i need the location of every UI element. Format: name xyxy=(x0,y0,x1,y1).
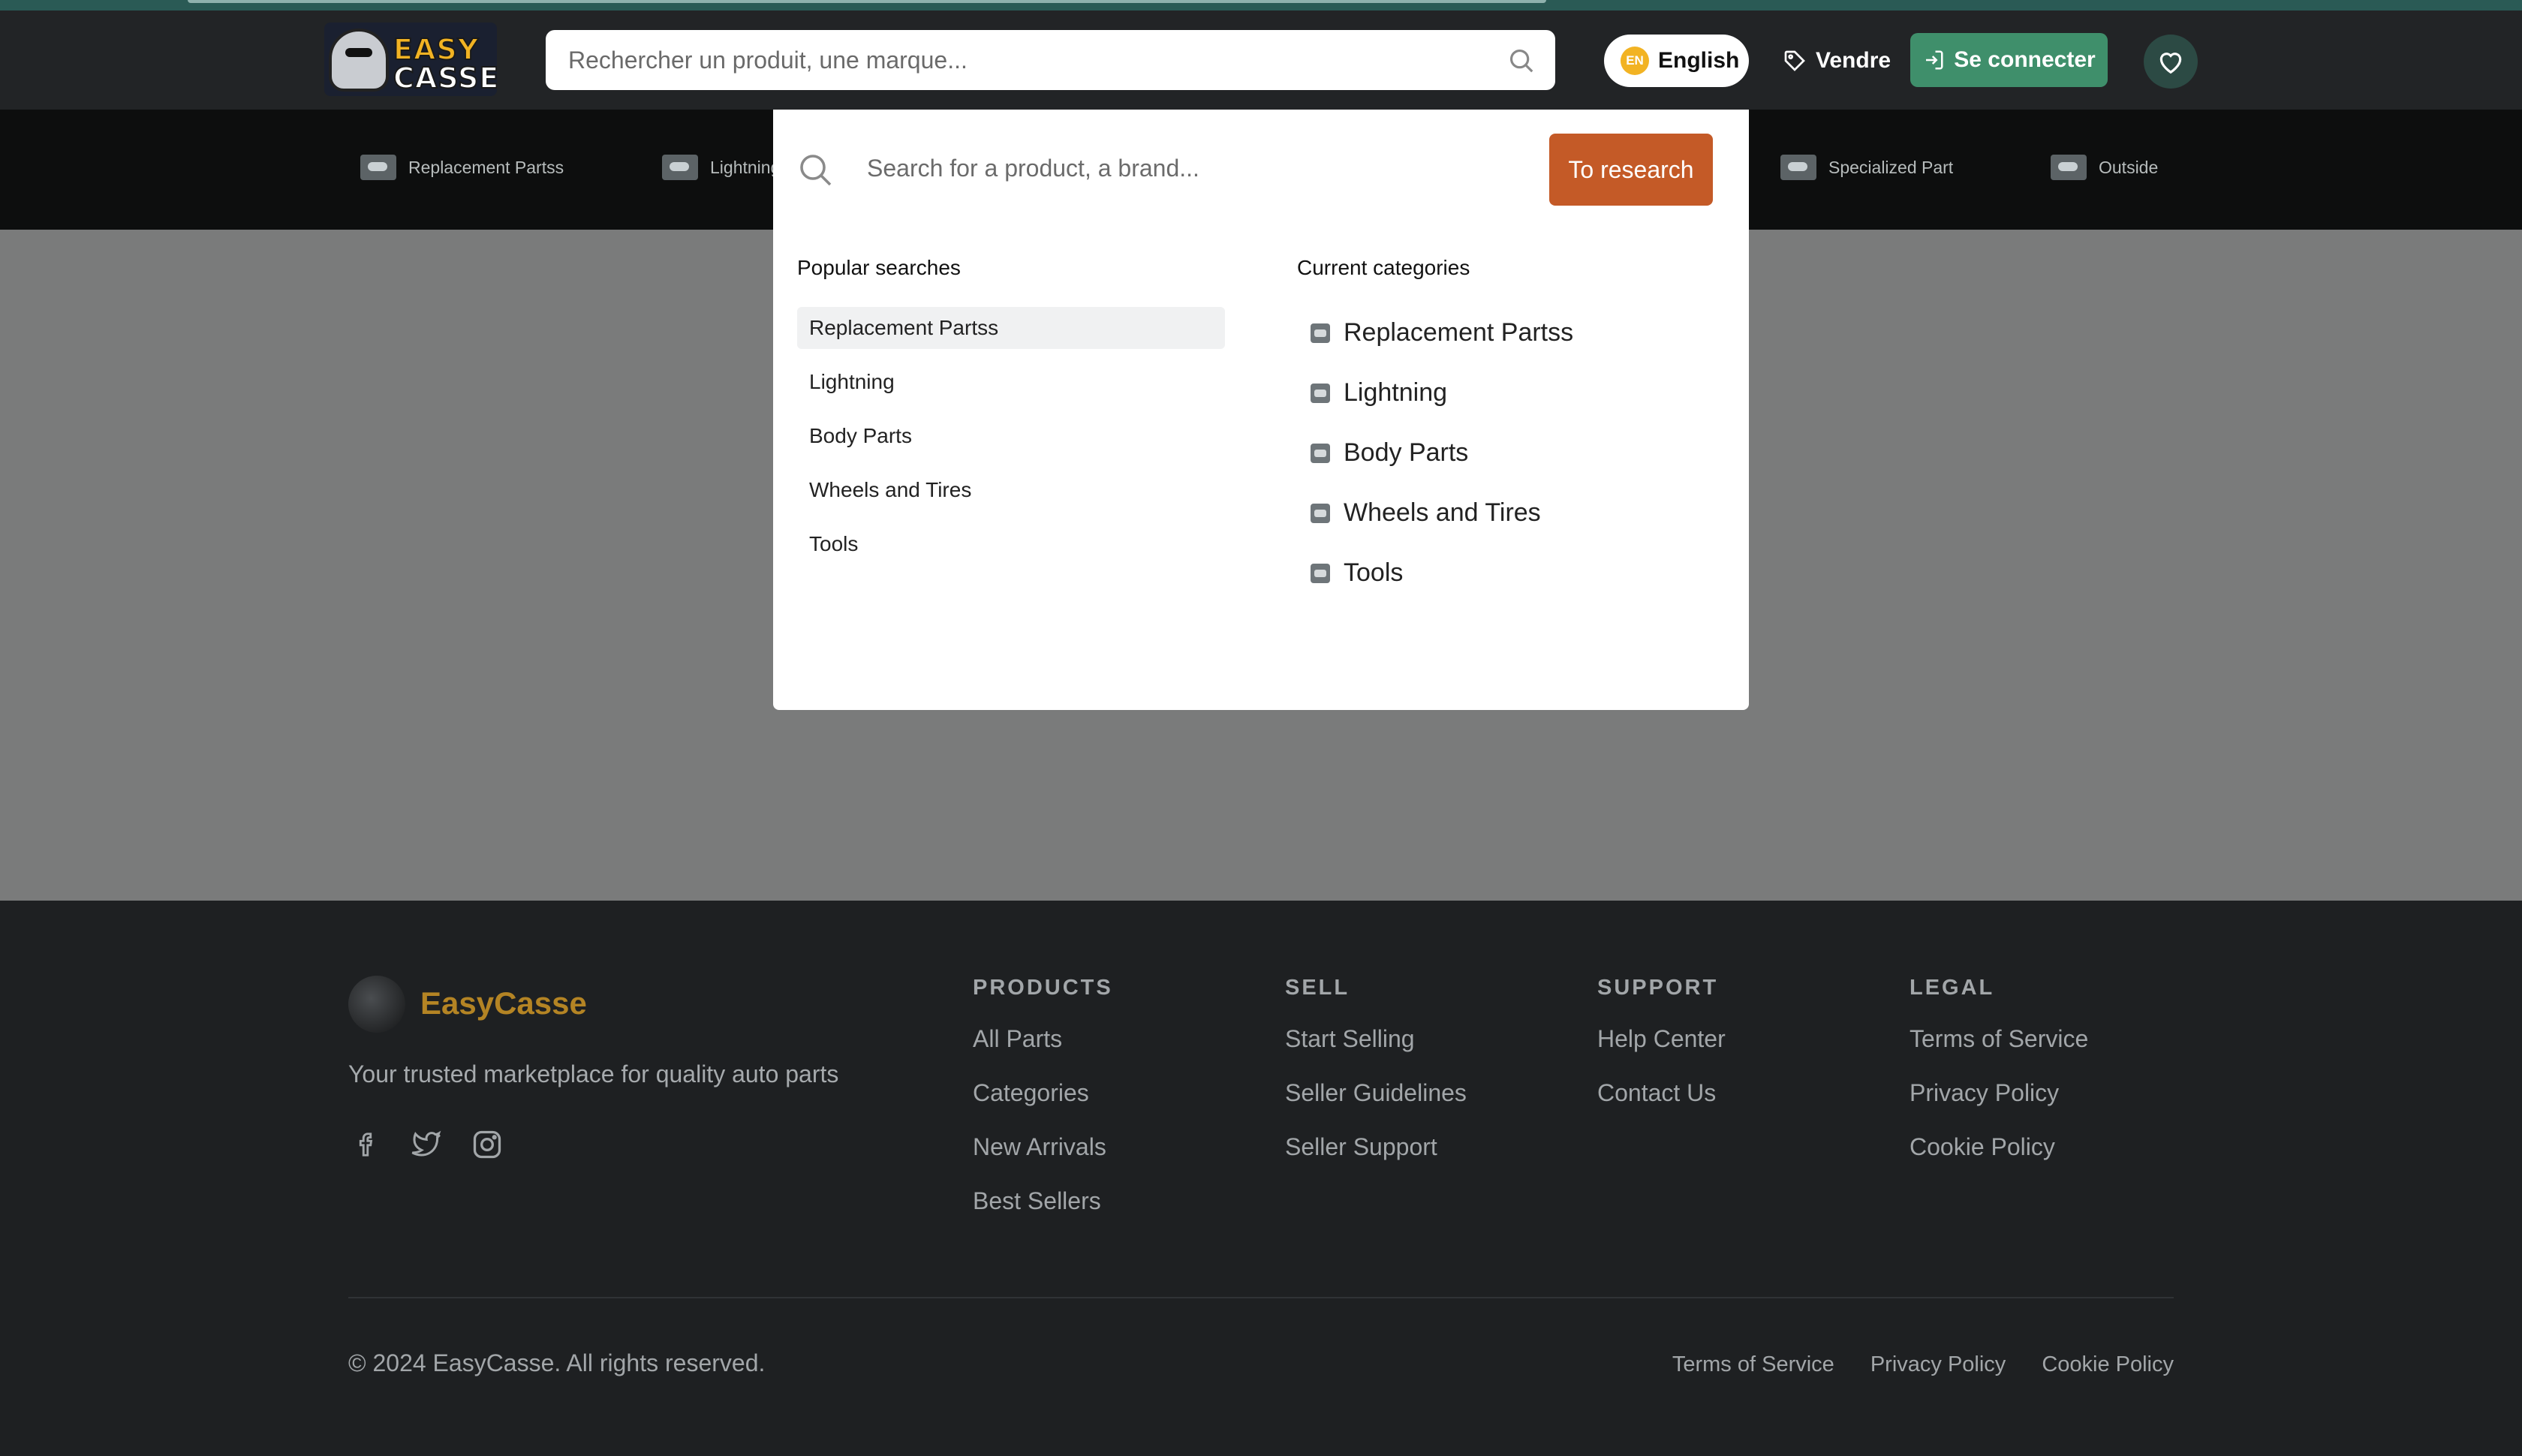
footer-column-sell: SELL Start Selling Seller Guidelines Sel… xyxy=(1285,976,1467,1186)
footer-brand-name: EasyCasse xyxy=(420,985,587,1021)
footer-column-legal: LEGAL Terms of Service Privacy Policy Co… xyxy=(1910,976,2088,1186)
popular-item[interactable]: Lightning xyxy=(797,361,1225,403)
research-button[interactable]: To research xyxy=(1549,134,1713,206)
category-item-label: Body Parts xyxy=(1344,438,1469,467)
category-item-label: Lightning xyxy=(1344,378,1448,407)
footer-link[interactable]: New Arrivals xyxy=(973,1132,1113,1186)
catnav-item-lightning[interactable]: Lightning xyxy=(662,155,780,180)
category-item[interactable]: Wheels and Tires xyxy=(1311,498,1541,528)
top-strip-pill xyxy=(188,0,1546,3)
footer-link[interactable]: Privacy Policy xyxy=(1910,1078,2088,1132)
footer-bottom-link[interactable]: Privacy Policy xyxy=(1870,1352,2006,1377)
catnav-item-label: Outside xyxy=(2099,157,2159,177)
catnav-item-label: Specialized Part xyxy=(1828,157,1954,177)
language-label: English xyxy=(1658,48,1740,73)
copyright: © 2024 EasyCasse. All rights reserved. xyxy=(348,1349,766,1376)
facebook-icon[interactable] xyxy=(348,1126,386,1163)
category-item[interactable]: Tools xyxy=(1311,558,1403,588)
logo[interactable]: EASY CASSE xyxy=(324,23,497,96)
lightning-icon xyxy=(1311,383,1330,403)
footer-link[interactable]: Cookie Policy xyxy=(1910,1132,2088,1186)
sell-label: Vendre xyxy=(1816,48,1892,73)
header-search xyxy=(546,30,1555,90)
search-dropdown: To research Popular searches Replacement… xyxy=(773,110,1749,710)
footer-bottom-link[interactable]: Terms of Service xyxy=(1672,1352,1834,1377)
footer-divider xyxy=(348,1297,2174,1298)
footer-link[interactable]: Help Center xyxy=(1597,1024,1726,1078)
sell-button[interactable]: Vendre xyxy=(1783,41,1891,81)
wheels-and-tires-icon xyxy=(1311,503,1330,523)
catnav-item-label: Replacement Partss xyxy=(408,157,564,177)
category-item-label: Wheels and Tires xyxy=(1344,498,1541,527)
current-categories-heading: Current categories xyxy=(1297,256,1470,279)
tag-icon xyxy=(1784,50,1805,71)
popular-item[interactable]: Tools xyxy=(797,523,1225,565)
brand-avatar xyxy=(348,976,405,1033)
popular-searches-heading: Popular searches xyxy=(797,256,961,279)
specialized-part-thumbnail-icon xyxy=(1780,155,1816,180)
footer-tagline: Your trusted marketplace for quality aut… xyxy=(348,1060,839,1087)
header-search-input[interactable] xyxy=(568,30,1484,90)
language-selector[interactable]: EN English xyxy=(1604,35,1749,87)
footer-column-heading: SELL xyxy=(1285,976,1350,1000)
header: EASY CASSE EN English Vendre Se connecte… xyxy=(0,11,2522,110)
footer-link[interactable]: Categories xyxy=(973,1078,1113,1132)
top-strip xyxy=(0,0,2522,11)
search-icon xyxy=(800,155,832,186)
social-links xyxy=(348,1126,506,1163)
footer-link[interactable]: Contact Us xyxy=(1597,1078,1726,1132)
footer-bottom-link[interactable]: Cookie Policy xyxy=(2042,1352,2174,1377)
logo-word-casse: CASSE xyxy=(393,61,497,95)
language-flag-icon: EN xyxy=(1621,47,1649,75)
footer-column-support: SUPPORT Help Center Contact Us xyxy=(1597,976,1726,1132)
category-item[interactable]: Replacement Partss xyxy=(1311,318,1573,347)
footer-column-heading: PRODUCTS xyxy=(973,976,1113,1000)
popular-item[interactable]: Wheels and Tires xyxy=(797,469,1225,511)
search-icon[interactable] xyxy=(1507,47,1536,75)
footer-column-heading: LEGAL xyxy=(1910,976,1995,1000)
lightning-thumbnail-icon xyxy=(662,155,698,180)
footer-column-heading: SUPPORT xyxy=(1597,976,1719,1000)
favorites-button[interactable] xyxy=(2144,35,2198,89)
replacement-parts-thumbnail-icon xyxy=(360,155,396,180)
popular-searches-list: Replacement Partss Lightning Body Parts … xyxy=(797,307,1225,577)
footer-link[interactable]: All Parts xyxy=(973,1024,1113,1078)
instagram-icon[interactable] xyxy=(468,1126,506,1163)
dropdown-search-input[interactable] xyxy=(867,140,1452,197)
catnav-item-label: Lightning xyxy=(710,157,781,177)
category-item[interactable]: Body Parts xyxy=(1311,438,1468,468)
login-button[interactable]: Se connecter xyxy=(1910,33,2108,87)
mascot-icon xyxy=(329,29,389,92)
footer-link[interactable]: Terms of Service xyxy=(1910,1024,2088,1078)
footer-link[interactable]: Start Selling xyxy=(1285,1024,1467,1078)
tools-icon xyxy=(1311,563,1330,583)
footer-column-products: PRODUCTS All Parts Categories New Arriva… xyxy=(973,976,1113,1240)
footer-link[interactable]: Best Sellers xyxy=(973,1186,1113,1240)
login-icon xyxy=(1926,50,1943,70)
twitter-icon[interactable] xyxy=(408,1126,446,1163)
catnav-item-specialized-part[interactable]: Specialized Part xyxy=(1780,155,1953,180)
catnav-item-replacement-parts[interactable]: Replacement Partss xyxy=(360,155,564,180)
footer-link[interactable]: Seller Support xyxy=(1285,1132,1467,1186)
heart-icon xyxy=(2159,53,2182,74)
body-parts-icon xyxy=(1311,443,1330,463)
category-item[interactable]: Lightning xyxy=(1311,378,1447,408)
outside-thumbnail-icon xyxy=(2051,155,2087,180)
category-item-label: Tools xyxy=(1344,558,1404,587)
footer: EasyCasse Your trusted marketplace for q… xyxy=(0,901,2522,1456)
catnav-item-outside[interactable]: Outside xyxy=(2051,155,2158,180)
footer-link[interactable]: Seller Guidelines xyxy=(1285,1078,1467,1132)
footer-bottom-links: Terms of Service Privacy Policy Cookie P… xyxy=(1672,1352,2174,1377)
category-item-label: Replacement Partss xyxy=(1344,318,1574,347)
replacement-parts-icon xyxy=(1311,323,1330,343)
popular-item[interactable]: Replacement Partss xyxy=(797,307,1225,349)
popular-item[interactable]: Body Parts xyxy=(797,415,1225,457)
login-label: Se connecter xyxy=(1954,47,2096,72)
